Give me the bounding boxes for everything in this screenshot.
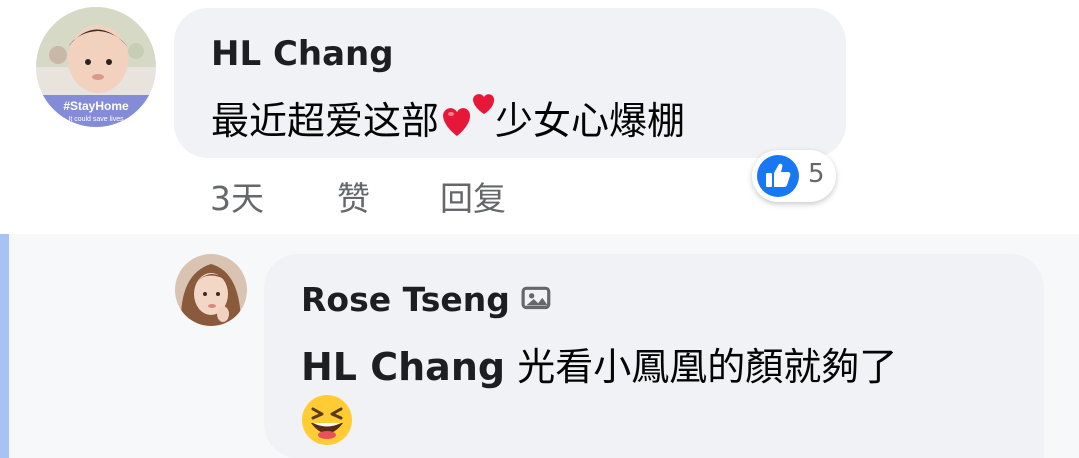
comment-text-end: 少女心爆棚: [495, 99, 686, 143]
mention-link[interactable]: HL Chang: [301, 345, 505, 389]
comment-time[interactable]: 3天: [210, 172, 264, 220]
reply-message: 光看小鳳凰的顏就夠了: [517, 345, 898, 389]
reply-button[interactable]: 回复: [440, 172, 506, 220]
two-hearts-emoji: [439, 92, 495, 140]
avatar-photo: #StayHome It could save lives: [36, 7, 156, 127]
svg-text:It could save lives: It could save lives: [68, 116, 124, 123]
reply-author-avatar[interactable]: [175, 254, 247, 326]
reply-bubble[interactable]: Rose Tseng HL Chang 光看小鳳凰的顏就夠了: [264, 254, 1044, 458]
reaction-summary[interactable]: 5: [752, 150, 836, 202]
comment-text: 最近超爱这部 少女心爆棚: [211, 90, 685, 145]
grinning-squinting-face-emoji: [302, 395, 352, 445]
reply-text: HL Chang 光看小鳳凰的顏就夠了: [301, 336, 897, 391]
svg-text:#StayHome: #StayHome: [63, 99, 129, 113]
comment-text-start: 最近超爱这部: [211, 99, 440, 143]
reply-author-label: Rose Tseng: [301, 280, 510, 319]
comment-author-name[interactable]: HL Chang: [211, 34, 394, 74]
reaction-count: 5: [808, 159, 825, 189]
commenter-avatar[interactable]: #StayHome It could save lives: [36, 7, 156, 127]
image-badge-icon: [521, 286, 551, 310]
reply-thread-indicator: [0, 234, 9, 458]
avatar-photo: [175, 254, 247, 326]
reply-author-name[interactable]: Rose Tseng: [301, 280, 553, 319]
comment-bubble[interactable]: HL Chang 最近超爱这部 少女心爆棚: [174, 8, 846, 158]
like-button[interactable]: 赞: [337, 172, 370, 220]
like-icon: [757, 155, 799, 197]
